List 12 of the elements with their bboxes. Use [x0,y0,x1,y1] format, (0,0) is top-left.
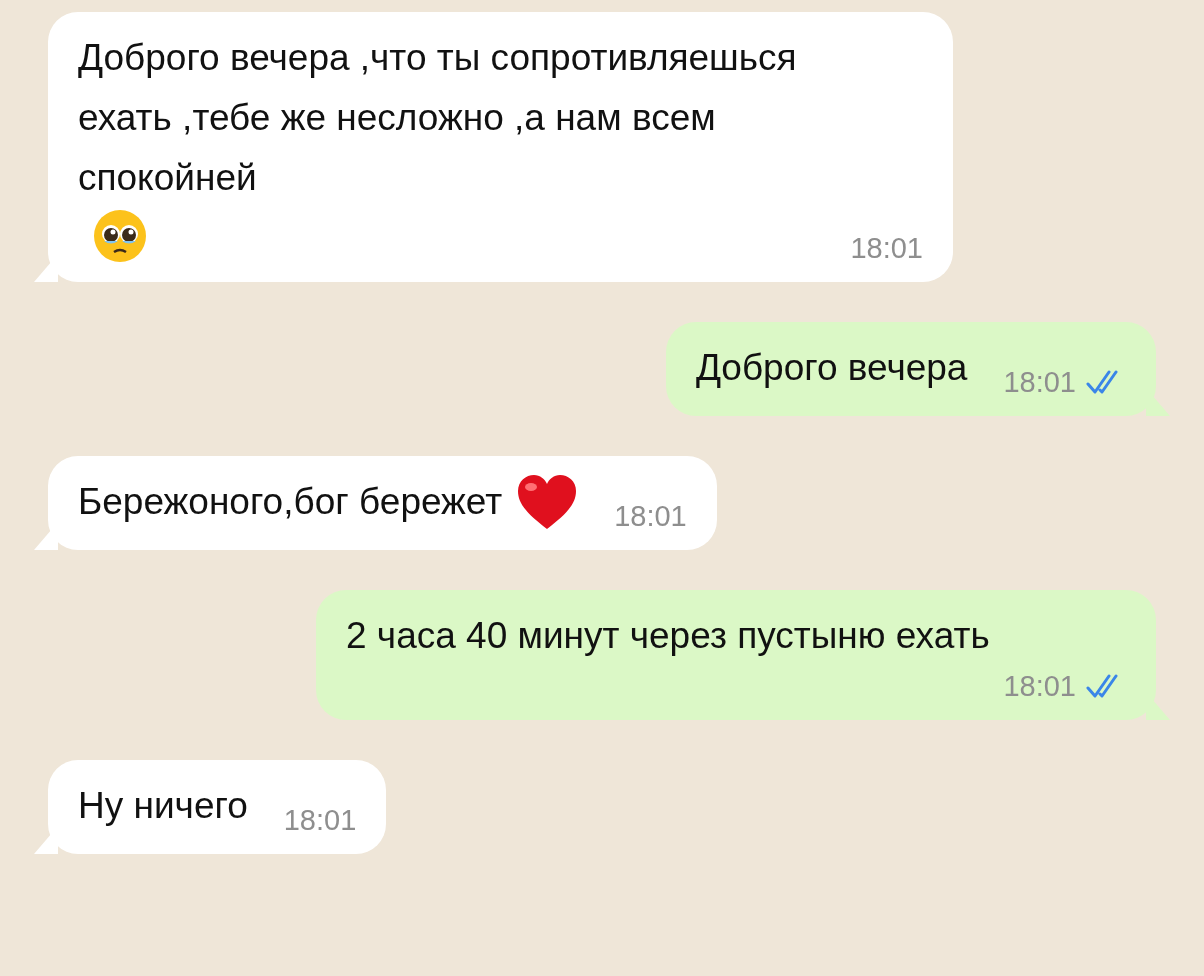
heart-icon [516,473,579,531]
message-text: Доброго вечера ,что ты сопротивляешься ехать ,тебе же несложно ,а нам всем спокойней [78,36,798,200]
message-time: 18:01 [1003,669,1076,704]
message-text: Доброго вечера [695,346,968,390]
pleading-face-icon [92,208,148,264]
message-time: 18:01 [614,499,687,534]
message-time: 18:01 [283,803,357,838]
message-text: 2 часа 40 минут через пустыню ехать [346,614,990,658]
message-time: 18:01 [1003,365,1076,400]
message-text: Бережоного,бог бережет [78,480,503,524]
message-text: Ну ничего [78,784,248,828]
message-time: 18:01 [850,231,923,266]
